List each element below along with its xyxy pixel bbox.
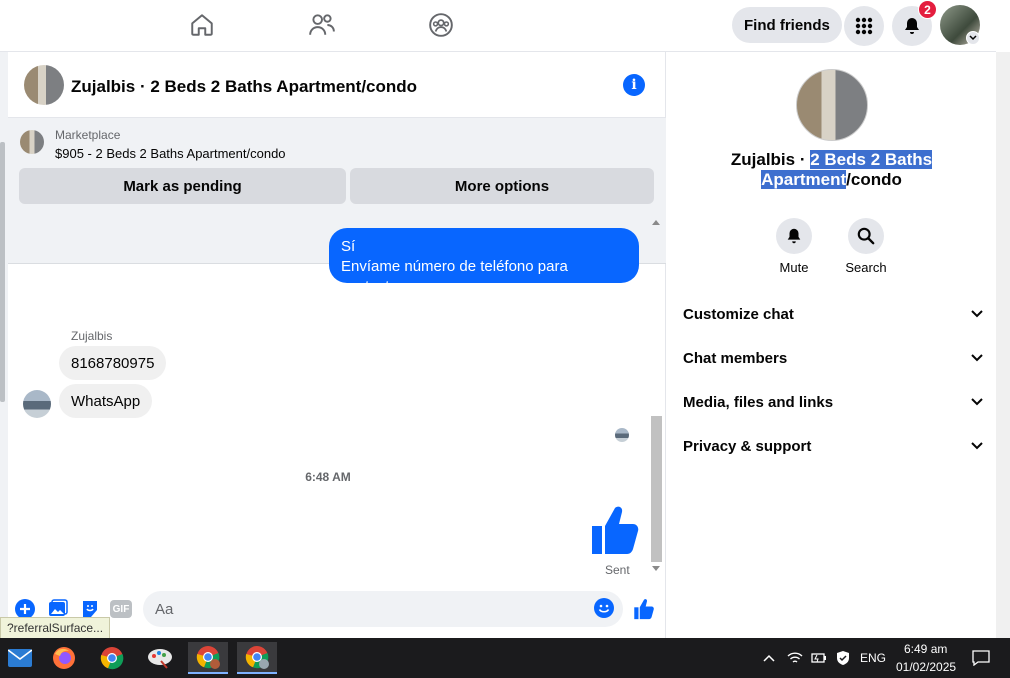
like-icon[interactable] [633, 598, 655, 620]
profile-name-part: Zujalbis · [730, 150, 811, 169]
section-chat-members[interactable]: Chat members [683, 346, 983, 370]
listing-price-title[interactable]: $905 - 2 Beds 2 Baths Apartment/condo [55, 146, 286, 161]
message-timestamp: 6:48 AM [305, 470, 351, 484]
left-scrollbar[interactable] [0, 52, 8, 638]
scroll-down-arrow-icon[interactable] [652, 566, 660, 571]
chrome-icon[interactable] [92, 642, 132, 674]
section-privacy-support[interactable]: Privacy & support [683, 434, 983, 458]
search-icon[interactable] [848, 218, 884, 254]
find-friends-button[interactable]: Find friends [732, 7, 842, 43]
mark-as-pending-button[interactable]: Mark as pending [19, 168, 346, 204]
chevron-down-icon[interactable] [966, 31, 980, 45]
chat-header: Zujalbis · 2 Beds 2 Baths Apartment/cond… [8, 52, 666, 118]
chevron-down-icon [971, 310, 983, 318]
page-scrollbar[interactable] [996, 52, 1010, 638]
sender-avatar[interactable] [23, 390, 51, 418]
top-navigation-bar: Find friends 2 [0, 0, 996, 52]
notification-center-icon[interactable] [966, 642, 996, 674]
clock-time[interactable]: 6:49 am [904, 642, 947, 656]
sender-name: Zujalbis [71, 329, 113, 343]
mail-icon[interactable] [0, 642, 40, 674]
chevron-down-icon [971, 442, 983, 450]
section-label: Media, files and links [683, 393, 834, 411]
bell-icon[interactable] [776, 218, 812, 254]
search-action[interactable]: Search [836, 218, 896, 275]
outgoing-message-line: Sí [341, 238, 356, 255]
chrome-profile-icon[interactable] [188, 642, 228, 674]
home-icon[interactable] [187, 10, 217, 40]
chevron-down-icon [971, 398, 983, 406]
paint-app-icon[interactable] [140, 642, 180, 674]
bell-icon [905, 18, 919, 34]
outgoing-message-line: Envíame número de teléfono para contacto [341, 258, 568, 295]
section-label: Chat members [683, 349, 788, 367]
gif-label: GIF [112, 603, 130, 615]
thumbs-up-icon[interactable] [590, 504, 640, 556]
chat-panel: Zujalbis · 2 Beds 2 Baths Apartment/cond… [8, 52, 666, 638]
selected-text: Apartment [761, 170, 847, 189]
incoming-message[interactable]: WhatsApp [59, 384, 153, 418]
battery-icon[interactable] [807, 642, 831, 674]
scroll-up-arrow-icon[interactable] [652, 220, 660, 225]
section-media-files-links[interactable]: Media, files and links [683, 390, 983, 414]
section-label: Privacy & support [683, 437, 812, 455]
mute-label: Mute [779, 260, 809, 275]
friends-icon[interactable] [307, 10, 337, 40]
chevron-down-icon [971, 354, 983, 362]
emoji-icon[interactable] [594, 598, 614, 618]
gif-icon[interactable]: GIF [110, 598, 132, 620]
chrome-profile-icon[interactable] [237, 642, 277, 674]
windows-taskbar: ENG 6:49 am 01/02/2025 [0, 638, 1010, 678]
message-thread: Sí Envíame número de teléfono para conta… [8, 214, 666, 584]
chat-scrollbar-thumb[interactable] [651, 416, 662, 562]
notification-badge: 2 [918, 0, 937, 19]
profile-name: Zujalbis · 2 Beds 2 Baths Apartment/cond… [667, 150, 996, 190]
left-scrollbar-thumb[interactable] [0, 142, 5, 402]
listing-thumbnail[interactable] [20, 130, 44, 154]
menu-grid-icon[interactable] [844, 6, 884, 46]
language-indicator[interactable]: ENG [860, 651, 886, 665]
profile-name-part: /condo [846, 170, 902, 189]
chat-title[interactable]: Zujalbis · 2 Beds 2 Baths Apartment/cond… [71, 77, 417, 97]
mute-action[interactable]: Mute [764, 218, 824, 275]
info-icon[interactable]: i [623, 74, 645, 96]
incoming-message[interactable]: 8168780975 [59, 346, 167, 380]
seen-receipt-avatar [615, 428, 629, 442]
chat-details-panel: Zujalbis · 2 Beds 2 Baths Apartment/cond… [667, 52, 996, 638]
marketplace-label: Marketplace [55, 128, 121, 142]
status-url-tooltip: ?referralSurface... [0, 617, 111, 639]
search-label: Search [845, 260, 887, 275]
message-input[interactable]: Aa [143, 591, 623, 627]
section-label: Customize chat [683, 305, 794, 323]
security-shield-icon[interactable] [831, 642, 855, 674]
outgoing-message[interactable]: Sí Envíame número de teléfono para conta… [329, 228, 639, 295]
chevron-up-icon[interactable] [751, 642, 787, 674]
selected-text: 2 Beds 2 Baths [810, 150, 933, 169]
profile-photo[interactable] [796, 69, 868, 141]
section-customize-chat[interactable]: Customize chat [683, 302, 983, 326]
groups-icon[interactable] [426, 10, 456, 40]
clock-date[interactable]: 01/02/2025 [896, 660, 956, 674]
sent-status: Sent [605, 563, 630, 577]
firefox-icon[interactable] [44, 642, 84, 674]
more-options-button[interactable]: More options [350, 168, 654, 204]
chat-avatar[interactable] [24, 65, 64, 105]
wifi-icon[interactable] [783, 642, 807, 674]
